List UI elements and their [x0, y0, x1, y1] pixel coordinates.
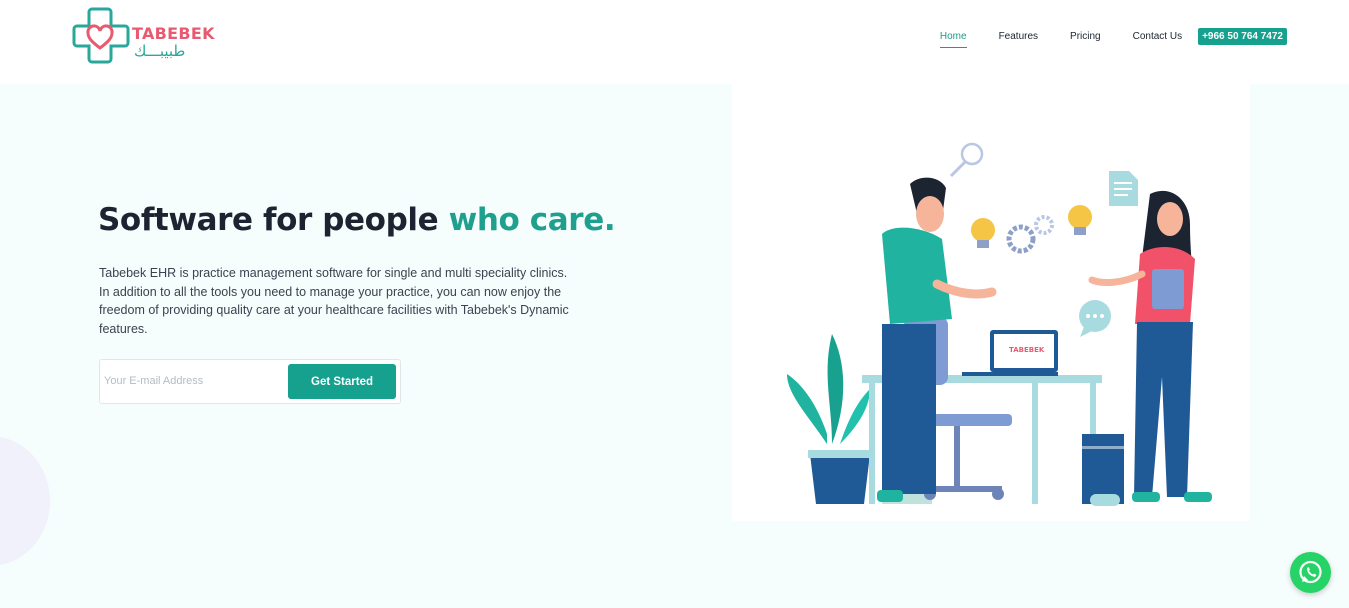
nav-contact-us[interactable]: Contact Us: [1133, 31, 1182, 48]
signup-form: Get Started: [99, 359, 401, 404]
decorative-blob: [0, 436, 50, 566]
hero-section: Software for people who care. Tabebek EH…: [0, 84, 1349, 608]
logo-text-ar: طبيبـــك: [134, 42, 186, 60]
plant: [787, 334, 872, 504]
nav-pricing[interactable]: Pricing: [1070, 31, 1101, 48]
logo-cross-heart-icon: [72, 7, 130, 64]
chat-bubble-icon: [1079, 300, 1111, 337]
main-nav: Home Features Pricing Contact Us +966 50…: [908, 28, 1287, 48]
logo-text-en: TABEBEK: [132, 24, 215, 43]
gear-icon: [1006, 215, 1054, 254]
headline-accent: who care.: [448, 202, 616, 238]
lightbulb-icon: [1068, 205, 1092, 235]
phone-button[interactable]: +966 50 764 7472: [1198, 28, 1287, 45]
whatsapp-icon: [1299, 560, 1322, 584]
hero-description: Tabebek EHR is practice management softw…: [99, 266, 569, 336]
cabinet: [1082, 434, 1124, 506]
hero-illustration: TABEBEK: [732, 84, 1250, 521]
magnifier-icon: [949, 142, 984, 178]
email-input[interactable]: [104, 370, 284, 392]
hero-headline: Software for people who care.: [98, 202, 616, 238]
office-illustration: TABEBEK: [787, 142, 1212, 506]
get-started-button[interactable]: Get Started: [288, 364, 396, 399]
lightbulb-icon: [971, 218, 995, 248]
brand-logo[interactable]: TABEBEK طبيبـــك: [72, 6, 215, 64]
laptop-logo-text: TABEBEK: [1009, 346, 1045, 354]
nav-home[interactable]: Home: [939, 31, 967, 48]
whatsapp-button[interactable]: [1290, 552, 1331, 593]
headline-main: Software for people: [98, 202, 449, 238]
laptop: TABEBEK: [962, 330, 1058, 376]
nav-features[interactable]: Features: [999, 31, 1038, 48]
site-header: TABEBEK طبيبـــك Home Features Pricing C…: [0, 0, 1349, 84]
document-icon: [1109, 171, 1138, 206]
